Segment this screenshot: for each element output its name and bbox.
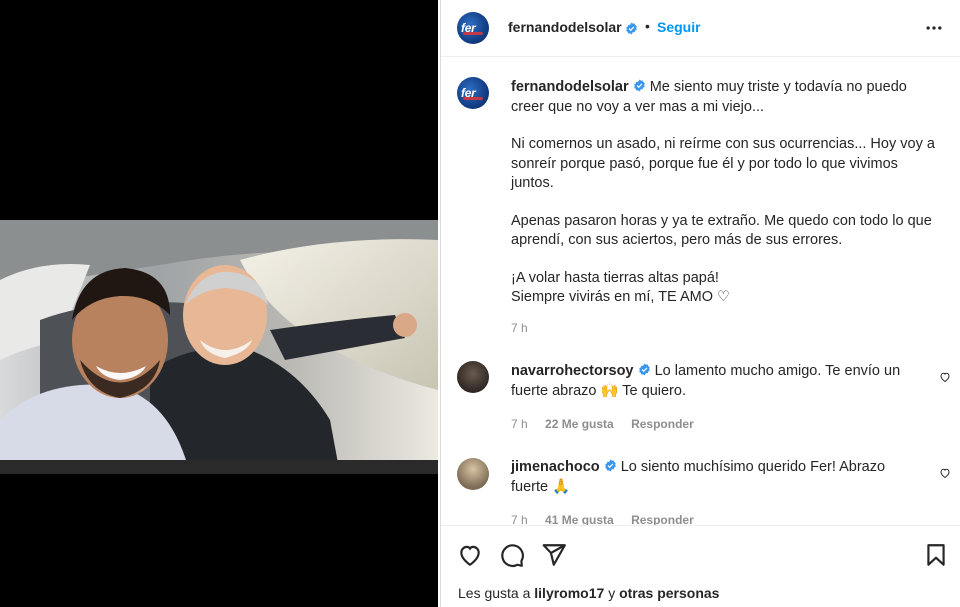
verified-badge-icon	[604, 459, 616, 472]
video-frame[interactable]	[0, 220, 438, 474]
comment-likes[interactable]: 22 Me gusta	[545, 417, 614, 431]
comment-reply[interactable]: Responder	[631, 417, 694, 431]
likes-prefix: Les gusta a	[458, 585, 531, 601]
likes-summary: Les gusta a lilyromo17 y otras personas	[458, 585, 719, 601]
comment-time[interactable]: 7 h	[511, 417, 528, 431]
author-username[interactable]: fernandodelsolar	[508, 19, 622, 35]
post-actions: Les gusta a lilyromo17 y otras personas	[441, 525, 960, 607]
post-panel: fer fernandodelsolar • Seguir fer fernan…	[440, 0, 960, 607]
caption-username[interactable]: fernandodelsolar	[511, 79, 629, 95]
comment-meta: 7 h 41 Me gusta Responder	[511, 513, 708, 525]
caption-paragraph-4b: Siempre vivirás en mí, TE AMO ♡	[511, 289, 731, 305]
verified-badge-icon	[626, 22, 637, 35]
comment-time[interactable]: 7 h	[511, 513, 528, 525]
likes-others[interactable]: otras personas	[619, 585, 719, 601]
caption-meta: 7 h	[511, 321, 542, 335]
likes-user[interactable]: lilyromo17	[534, 585, 604, 601]
commenter-avatar[interactable]	[457, 361, 489, 393]
caption-paragraph-4a: ¡A volar hasta tierras altas papá!	[511, 269, 719, 286]
comment: navarrohectorsoy Lo lamento mucho amigo.…	[511, 362, 911, 401]
caption: fernandodelsolar Me siento muy triste y …	[511, 78, 941, 308]
verified-badge-icon	[638, 363, 650, 376]
share-icon[interactable]	[541, 542, 567, 568]
header-separator: •	[645, 18, 650, 34]
comments-section[interactable]: fer fernandodelsolar Me siento muy trist…	[441, 57, 960, 525]
heart-icon[interactable]	[457, 542, 483, 568]
comment-username[interactable]: jimenachoco	[511, 459, 600, 475]
caption-avatar[interactable]: fer	[457, 77, 489, 109]
commenter-avatar[interactable]	[457, 458, 489, 490]
comment-username[interactable]: navarrohectorsoy	[511, 363, 634, 379]
verified-badge-icon	[633, 79, 645, 92]
comment-like-icon[interactable]	[939, 467, 951, 479]
post-header: fer fernandodelsolar • Seguir	[441, 0, 960, 57]
caption-paragraph-3: Apenas pasaron horas y ya te extraño. Me…	[511, 212, 932, 249]
author-avatar[interactable]: fer	[457, 12, 489, 44]
bookmark-icon[interactable]	[923, 542, 949, 568]
avatar-logo-stripe	[463, 32, 483, 35]
post-media[interactable]	[0, 0, 438, 607]
likes-conj: y	[608, 585, 616, 601]
more-icon[interactable]	[923, 18, 945, 38]
caption-time[interactable]: 7 h	[511, 321, 528, 335]
comment-meta: 7 h 22 Me gusta Responder	[511, 417, 708, 431]
avatar-logo-stripe	[463, 97, 483, 100]
video-frame-image	[0, 220, 438, 474]
comment: jimenachoco Lo siento muchísimo querido …	[511, 458, 911, 497]
caption-paragraph-2: Ni comernos un asado, ni reírme con sus …	[511, 136, 935, 191]
comment-reply[interactable]: Responder	[631, 513, 694, 525]
comment-icon[interactable]	[499, 542, 525, 568]
comment-likes[interactable]: 41 Me gusta	[545, 513, 614, 525]
follow-button[interactable]: Seguir	[657, 19, 701, 35]
comment-like-icon[interactable]	[939, 371, 951, 383]
